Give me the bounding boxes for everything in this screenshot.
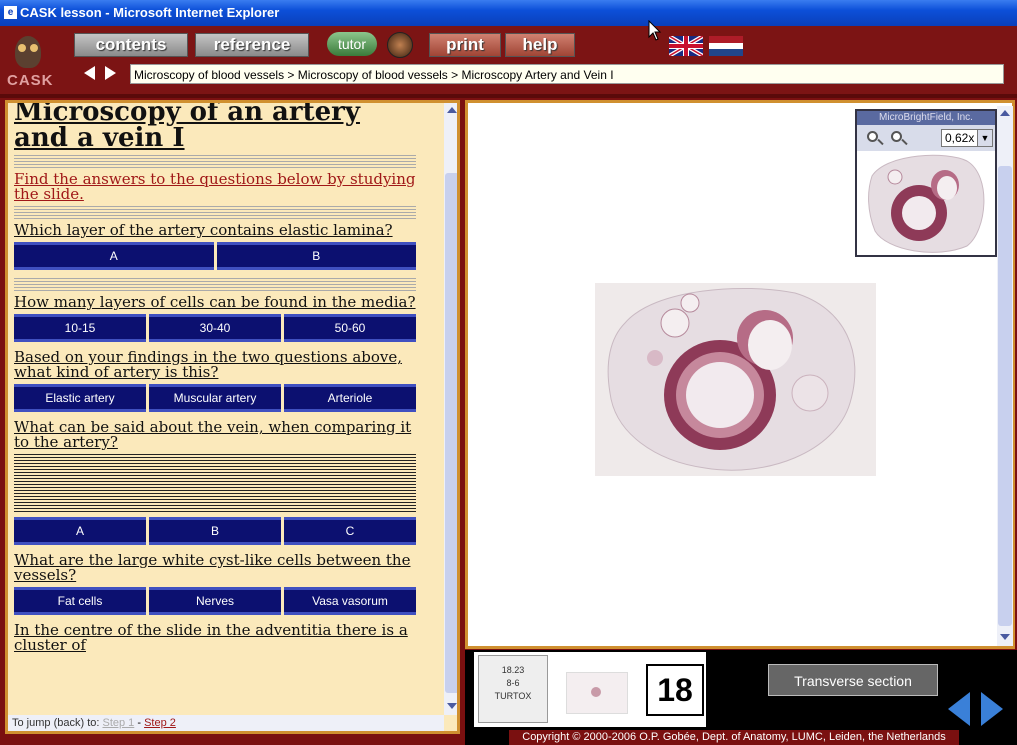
slide-label-line: TURTOX — [494, 691, 532, 701]
answer-button[interactable]: Fat cells — [14, 587, 146, 615]
mouse-cursor-icon — [648, 20, 662, 41]
scroll-up-icon[interactable] — [1000, 110, 1010, 116]
answer-button[interactable]: A — [14, 242, 214, 270]
question-6: In the centre of the slide in the advent… — [14, 621, 408, 654]
step-2-link[interactable]: Step 2 — [144, 717, 176, 729]
answer-button[interactable]: 30-40 — [149, 314, 281, 342]
question-3: Based on your findings in the two questi… — [14, 348, 403, 381]
step-separator: - — [134, 717, 145, 729]
zoom-in-icon[interactable] — [867, 131, 878, 142]
answer-button[interactable]: 10-15 — [14, 314, 146, 342]
question-2: How many layers of cells can be found in… — [14, 293, 416, 311]
forward-arrow-icon[interactable] — [105, 66, 116, 80]
step-1-link[interactable]: Step 1 — [102, 717, 134, 729]
overlap-artifact — [14, 155, 416, 169]
slide-label-image: 18.23 8-6 TURTOX 18 — [474, 652, 706, 727]
question-5: What are the large white cyst-like cells… — [14, 551, 411, 584]
lesson-intro: Find the answers to the questions below … — [14, 170, 416, 203]
lesson-content: Microscopy of an artery and a vein I Fin… — [14, 103, 416, 715]
jump-bar: To jump (back) to: Step 1 - Step 2 — [8, 715, 444, 731]
lesson-panel: Microscopy of an artery and a vein I Fin… — [5, 100, 460, 734]
window-titlebar: e CASK lesson - Microsoft Internet Explo… — [0, 0, 1017, 26]
contents-button[interactable]: contents — [74, 33, 188, 57]
window-title: CASK lesson - Microsoft Internet Explore… — [20, 5, 280, 20]
tutor-button[interactable]: tutor — [327, 32, 377, 56]
reference-button[interactable]: reference — [195, 33, 309, 57]
slide-label-line: 8-6 — [506, 678, 520, 688]
owl-icon — [15, 36, 41, 68]
logo-text: CASK — [7, 72, 54, 89]
answer-button[interactable]: Elastic artery — [14, 384, 146, 412]
answer-button[interactable]: A — [14, 517, 146, 545]
navigator-panel: MicroBrightField, Inc. 0,62x ▼ — [855, 109, 997, 257]
help-button[interactable]: help — [505, 33, 575, 57]
answer-button[interactable]: 50-60 — [284, 314, 416, 342]
lesson-title: Microscopy of an artery and a vein I — [14, 103, 360, 153]
slide-label-line: 18.23 — [501, 665, 525, 675]
answer-button[interactable]: Vasa vasorum — [284, 587, 416, 615]
zoom-select[interactable]: 0,62x ▼ — [941, 129, 993, 147]
scrollbar-thumb[interactable] — [998, 166, 1012, 626]
scroll-up-icon[interactable] — [447, 107, 457, 113]
slide-glass-thumbnail — [566, 672, 628, 714]
cask-logo: CASK — [7, 34, 57, 89]
lesson-toolbar: CASK contents reference tutor print help… — [0, 26, 1017, 98]
slide-number: 18 — [646, 664, 704, 716]
back-arrow-icon[interactable] — [84, 66, 95, 80]
scroll-down-icon[interactable] — [447, 703, 457, 709]
dutch-flag-icon[interactable] — [709, 36, 743, 56]
slide-paper-label: 18.23 8-6 TURTOX — [478, 655, 548, 723]
tissue-thumb — [591, 687, 601, 697]
next-slide-arrow-icon[interactable] — [981, 692, 1003, 726]
overlap-artifact — [14, 206, 416, 220]
transverse-section-button[interactable]: Transverse section — [768, 664, 938, 696]
scroll-down-icon[interactable] — [1000, 634, 1010, 640]
viewer-scrollbar[interactable] — [997, 106, 1013, 646]
slide-viewer-panel: MicroBrightField, Inc. 0,62x ▼ — [465, 100, 1015, 649]
answer-button[interactable]: Nerves — [149, 587, 281, 615]
answer-button[interactable]: B — [216, 242, 416, 270]
overlap-artifact — [14, 454, 416, 514]
breadcrumb: Microscopy of blood vessels > Microscopy… — [130, 64, 1004, 84]
zoom-out-icon[interactable] — [891, 131, 902, 142]
print-button[interactable]: print — [429, 33, 501, 57]
copyright-text: Copyright © 2000-2006 O.P. Gobée, Dept. … — [509, 730, 959, 745]
tissue-specimen-image[interactable] — [595, 283, 876, 476]
navigator-thumbnail[interactable] — [857, 151, 995, 255]
previous-slide-arrow-icon[interactable] — [948, 692, 970, 726]
navigator-brand: MicroBrightField, Inc. — [857, 111, 995, 125]
lesson-scrollbar[interactable] — [444, 103, 457, 715]
tutor-avatar[interactable] — [387, 32, 413, 58]
answer-button[interactable]: Arteriole — [284, 384, 416, 412]
jump-label: To jump (back) to: — [12, 717, 100, 729]
answer-button[interactable]: Muscular artery — [149, 384, 281, 412]
zoom-value: 0,62x — [945, 131, 975, 145]
overlap-artifact — [14, 278, 416, 292]
answer-button[interactable]: C — [284, 517, 416, 545]
answer-button[interactable]: B — [149, 517, 281, 545]
scrollbar-thumb[interactable] — [445, 173, 457, 693]
ie-icon: e — [4, 6, 17, 19]
question-1: Which layer of the artery contains elast… — [14, 221, 393, 239]
english-flag-icon[interactable] — [669, 36, 703, 56]
slide-viewer[interactable]: MicroBrightField, Inc. 0,62x ▼ — [471, 106, 997, 646]
question-4: What can be said about the vein, when co… — [14, 418, 412, 451]
chevron-down-icon[interactable]: ▼ — [977, 130, 992, 146]
